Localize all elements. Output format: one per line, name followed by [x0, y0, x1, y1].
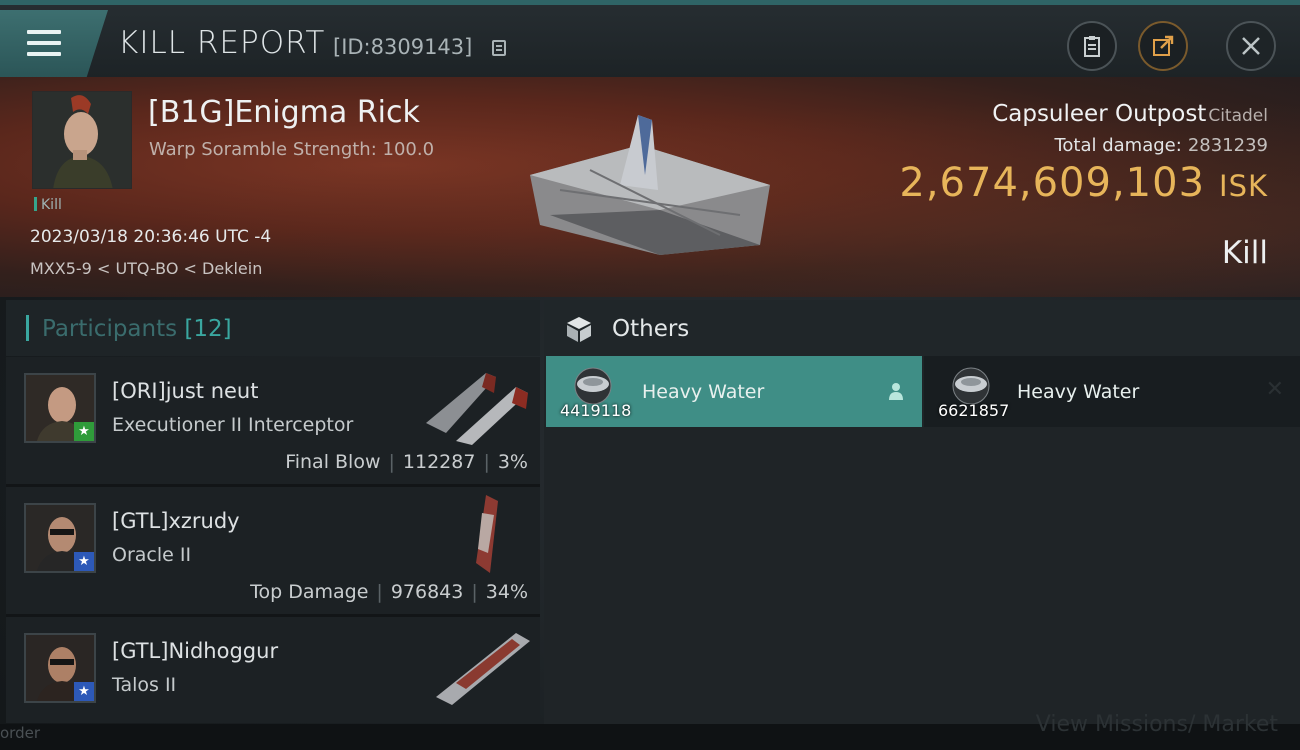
share-button[interactable]	[1138, 21, 1188, 71]
participant-percent: 34%	[485, 581, 528, 603]
header-bar: KILL REPORT [ID:8309143]	[0, 5, 1300, 78]
participant-damage: 976843	[390, 581, 464, 603]
participant-ship: Talos II	[112, 674, 177, 696]
victim-ship-type[interactable]: Capsuleer Outpost	[992, 101, 1206, 127]
participant-ship-image	[476, 495, 498, 573]
kill-location[interactable]: MXX5-9 < UTQ-BO < Deklein	[30, 259, 262, 278]
report-id: [ID:8309143]	[333, 35, 473, 59]
isk-value: 2,674,609,103	[899, 160, 1206, 206]
clipboard-icon	[1084, 36, 1100, 57]
participant-name[interactable]: [GTL]xzrudy	[112, 509, 240, 533]
person-icon[interactable]	[886, 381, 906, 401]
participant-ship-image	[436, 633, 530, 705]
others-panel: Heavy Water 4419118 Heavy Water 6621857 …	[544, 356, 1300, 724]
hamburger-icon	[27, 30, 61, 56]
participant-row[interactable]: ★ [GTL]Nidhoggur Talos II	[6, 617, 540, 723]
character-portrait-image	[33, 92, 131, 188]
item-card[interactable]: Heavy Water 6621857 ✕	[924, 356, 1300, 427]
kill-tag: Kill	[34, 197, 62, 213]
participant-stats: Top Damage | 976843 | 34%	[250, 581, 528, 603]
copy-icon[interactable]	[492, 40, 506, 56]
participants-accent-bar	[26, 315, 29, 341]
participant-stats: Final Blow | 112287 | 3%	[285, 451, 528, 473]
clipboard-button[interactable]	[1067, 21, 1117, 71]
footer-right-text[interactable]: View Missions/ Market	[1036, 712, 1278, 737]
kill-datetime: 2023/03/18 20:36:46 UTC -4	[30, 227, 272, 247]
item-name: Heavy Water	[1017, 381, 1140, 403]
participant-name[interactable]: [ORI]just neut	[112, 379, 258, 403]
star-icon: ★	[74, 682, 94, 701]
menu-button[interactable]	[0, 10, 108, 78]
participant-name[interactable]: [GTL]Nidhoggur	[112, 639, 278, 663]
total-damage-value: 2831239	[1187, 135, 1268, 156]
participant-row[interactable]: ★ [GTL]xzrudy Oracle II Top Damage | 97684…	[6, 487, 540, 617]
victim-summary: Capsuleer Outpost Citadel Total damage: 28…	[899, 101, 1268, 206]
dismiss-icon[interactable]: ✕	[1266, 377, 1284, 402]
victim-ship-class: Citadel	[1208, 106, 1268, 126]
victim-banner: [B1G]Enigma Rick Warp Soramble Strength:…	[0, 77, 1300, 297]
citadel-structure-image	[530, 115, 770, 255]
participant-role: Final Blow	[285, 451, 381, 473]
close-icon	[1242, 37, 1260, 55]
participant-avatar[interactable]: ★	[24, 503, 96, 573]
result-label: Kill	[1221, 235, 1268, 271]
participant-ship-image	[426, 373, 528, 445]
participant-avatar[interactable]: ★	[24, 633, 96, 703]
victim-name[interactable]: [B1G]Enigma Rick	[148, 95, 420, 130]
participants-label: Participants	[42, 316, 178, 342]
item-card[interactable]: Heavy Water 4419118	[546, 356, 922, 427]
participants-title: Participants [12]	[42, 316, 232, 342]
participants-header: Participants [12]	[6, 300, 540, 356]
close-button[interactable]	[1226, 21, 1276, 71]
kill-report-window: KILL REPORT [ID:8309143] [B1G]Enigma Ric…	[0, 0, 1300, 750]
footer-left-text: order	[0, 724, 40, 742]
star-icon: ★	[74, 422, 94, 441]
participants-count: [12]	[184, 316, 232, 342]
victim-portrait[interactable]	[32, 91, 132, 189]
participant-damage: 112287	[402, 451, 476, 473]
participant-role: Top Damage	[250, 581, 369, 603]
participant-ship: Oracle II	[112, 544, 192, 566]
heavy-water-icon	[574, 367, 612, 404]
participant-avatar[interactable]: ★	[24, 373, 96, 443]
victim-warp-scramble: Warp Soramble Strength: 100.0	[149, 139, 435, 160]
item-quantity: 6621857	[938, 401, 1010, 420]
participant-row[interactable]: ★ [ORI]just neut Executioner II Intercep…	[6, 357, 540, 487]
star-icon: ★	[74, 552, 94, 571]
participant-ship: Executioner II Interceptor	[112, 414, 354, 436]
page-title: KILL REPORT	[118, 25, 326, 61]
participant-percent: 3%	[497, 451, 528, 473]
item-name: Heavy Water	[642, 381, 765, 403]
isk-unit: ISK	[1219, 169, 1268, 203]
heavy-water-icon	[952, 367, 990, 404]
others-title: Others	[612, 316, 690, 342]
others-header: Others	[544, 300, 1300, 356]
cube-icon	[567, 317, 591, 342]
item-quantity: 4419118	[560, 401, 632, 420]
share-icon	[1153, 35, 1174, 56]
participants-list[interactable]: ★ [ORI]just neut Executioner II Intercep…	[6, 357, 540, 723]
total-damage-label: Total damage:	[1054, 135, 1182, 156]
